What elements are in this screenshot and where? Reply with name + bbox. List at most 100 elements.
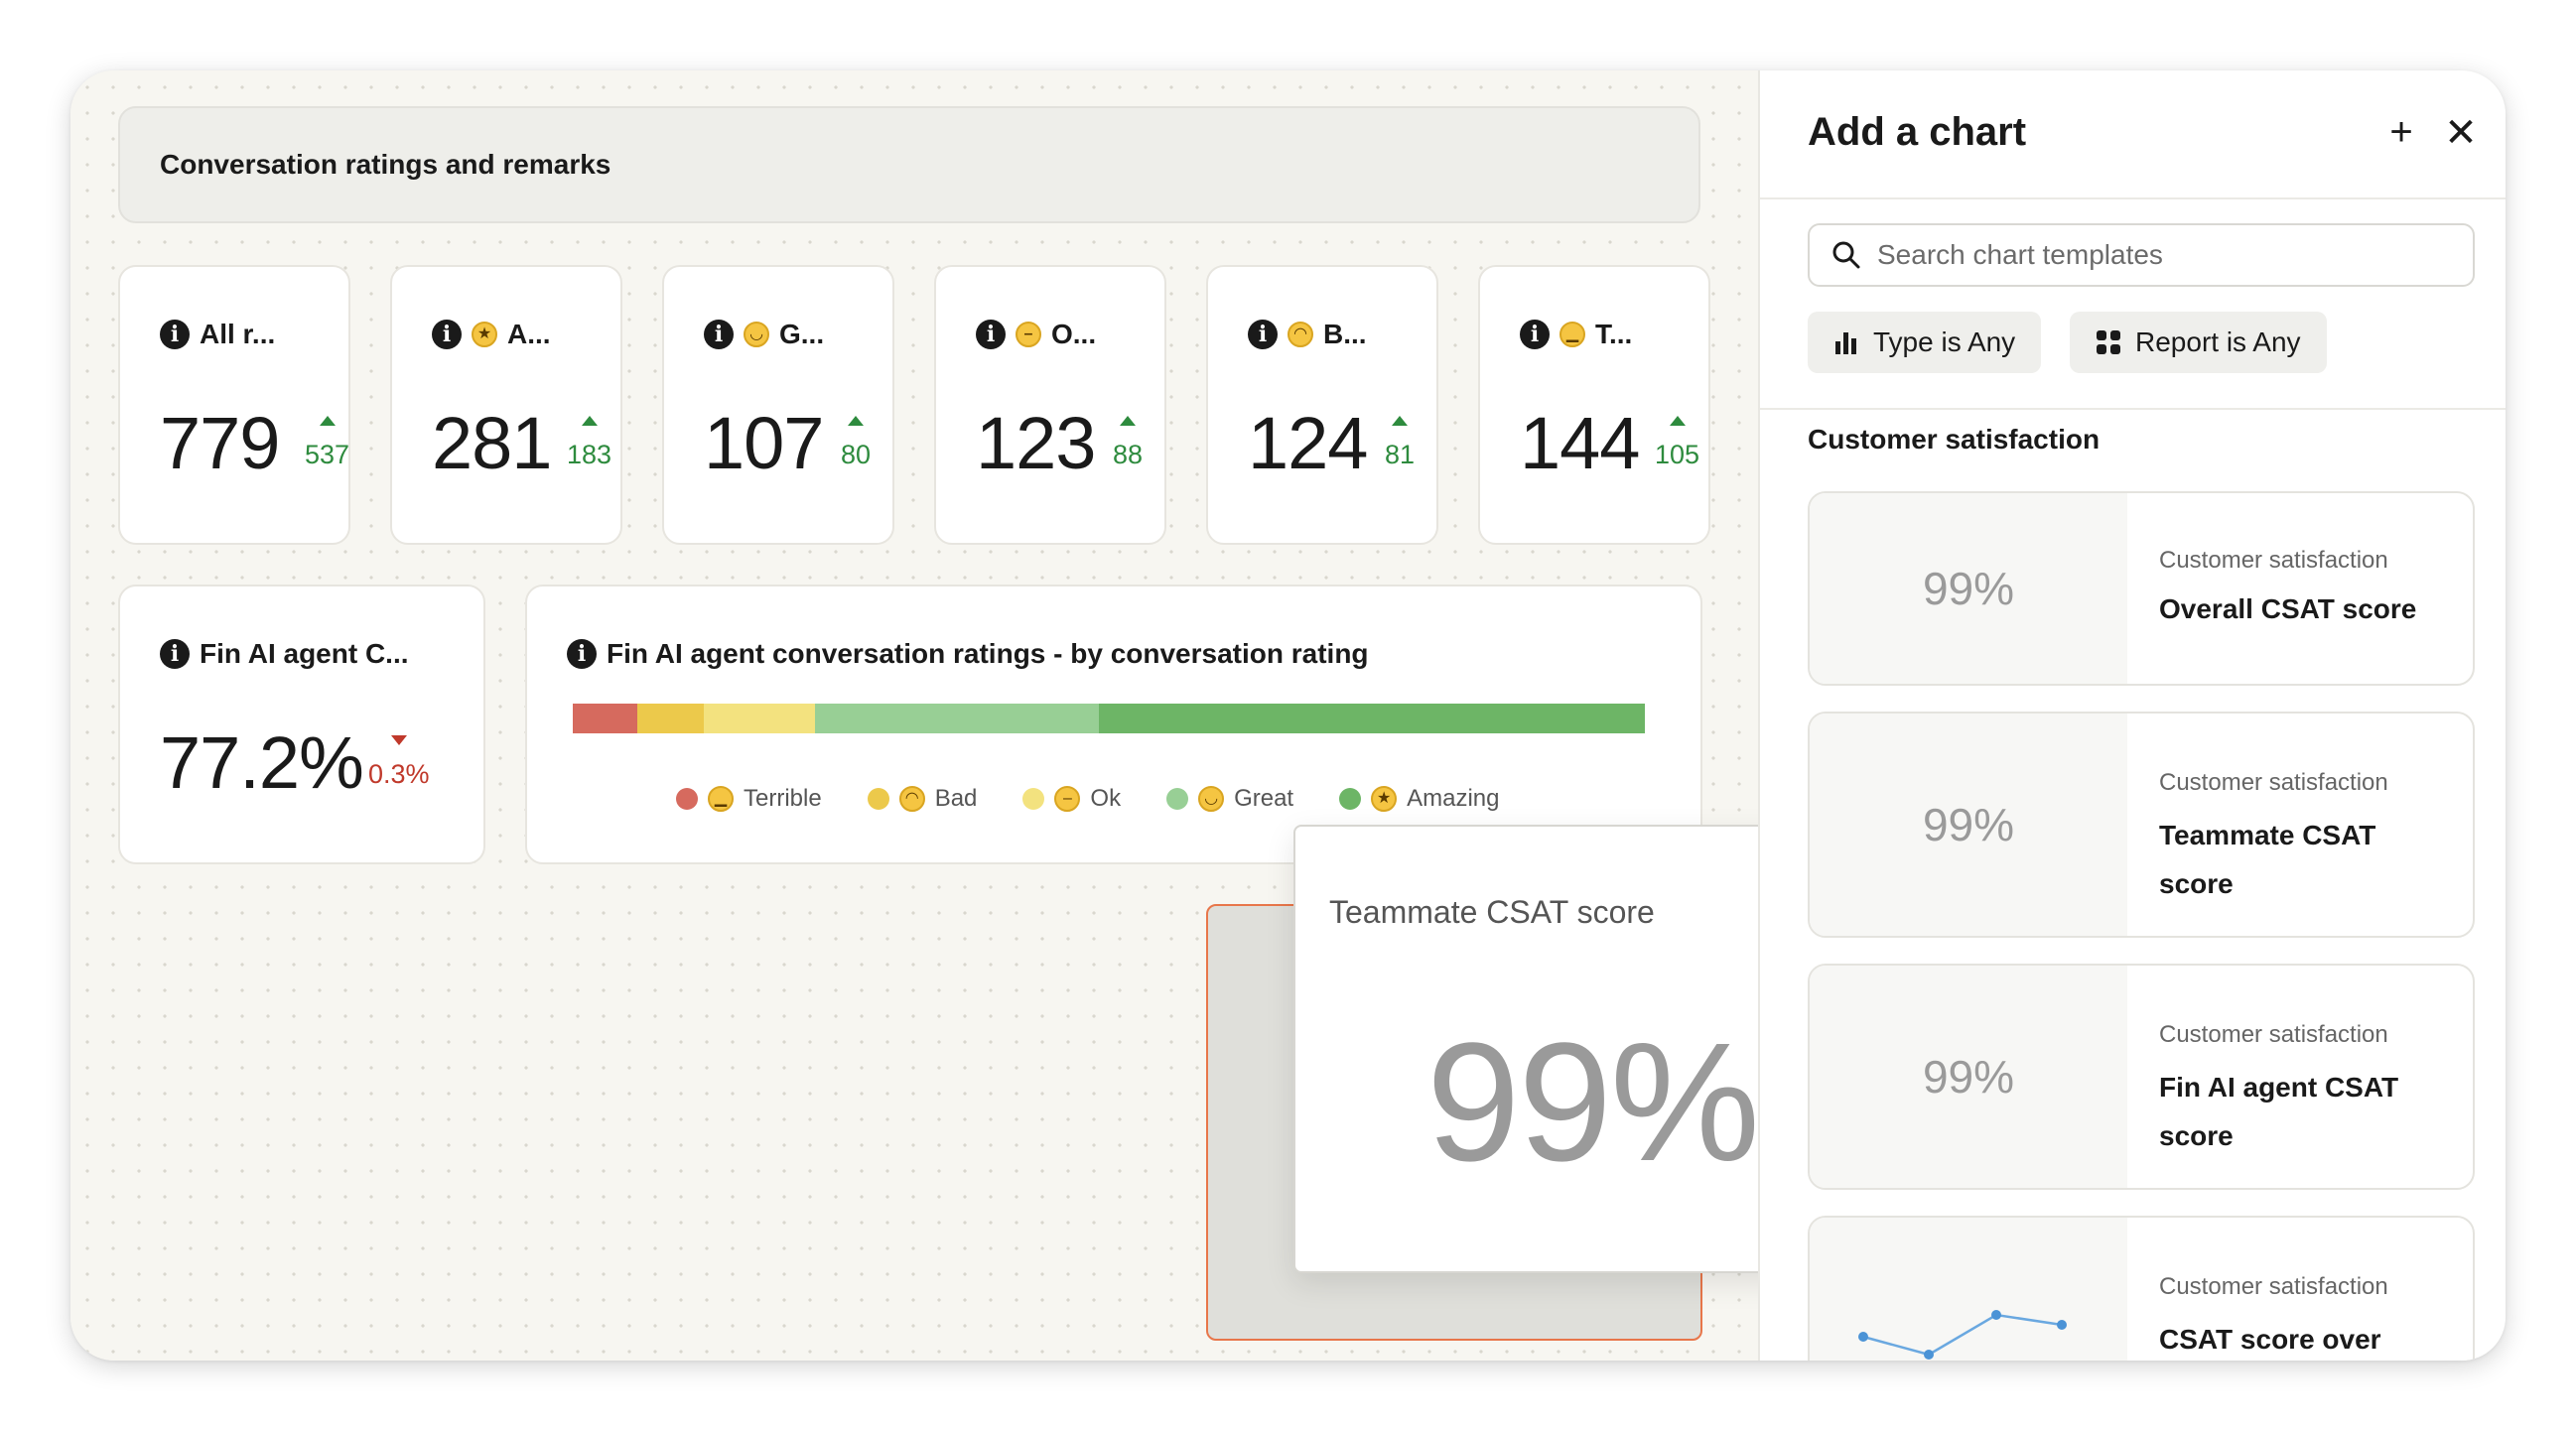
report-filter-button[interactable]: Report is Any: [2070, 312, 2327, 373]
template-card-teammate-csat[interactable]: 99% Customer satisfaction Teammate CSAT …: [1808, 712, 2475, 938]
trend-up-icon: [319, 416, 336, 426]
bar-segment-bad[interactable]: [636, 704, 704, 733]
ratings-chart-card[interactable]: i Fin AI agent conversation ratings - by…: [525, 585, 1702, 864]
stat-card-label: T...: [1595, 319, 1633, 349]
stat-card-delta: 105: [1655, 416, 1699, 470]
trend-up-icon: [581, 416, 598, 426]
stat-card-title: i All r...: [160, 319, 275, 350]
info-icon[interactable]: i: [976, 320, 1006, 349]
stat-card-delta: 88: [1113, 416, 1143, 470]
info-icon[interactable]: i: [1520, 320, 1550, 349]
info-icon[interactable]: i: [160, 320, 190, 349]
type-filter-button[interactable]: Type is Any: [1808, 312, 2042, 373]
stat-card-delta-value: 537: [305, 440, 350, 469]
template-search[interactable]: [1808, 223, 2475, 287]
stat-card-delta-value: 81: [1385, 440, 1416, 469]
section-header-title: Conversation ratings and remarks: [160, 149, 611, 180]
fin-card-title: i Fin AI agent C...: [160, 638, 409, 670]
stat-card-value: 107: [704, 402, 824, 484]
stat-card-delta-value: 80: [841, 440, 872, 469]
great-emoji-icon: ◡: [744, 322, 769, 347]
legend-label: Great: [1234, 785, 1294, 812]
stat-card-delta-value: 183: [567, 440, 612, 469]
stat-card-delta: 80: [841, 416, 871, 470]
legend-label: Amazing: [1407, 785, 1500, 812]
stat-card-value: 281: [432, 402, 552, 484]
stat-card-title: i ▁ T...: [1520, 319, 1632, 350]
template-thumbnail: 99%: [1810, 493, 2127, 684]
grid-icon: [2097, 330, 2120, 354]
legend-label: Ok: [1090, 785, 1122, 812]
template-thumbnail: [1810, 1218, 2127, 1361]
template-card-overall-csat[interactable]: 99% Customer satisfaction Overall CSAT s…: [1808, 491, 2475, 686]
legend-item-ok[interactable]: – Ok: [1022, 785, 1121, 813]
legend-item-amazing[interactable]: ★ Amazing: [1339, 785, 1499, 813]
great-emoji-icon: ◡: [1198, 786, 1225, 812]
stat-card-bad[interactable]: i ◠ B... 124 81: [1206, 265, 1438, 545]
close-icon[interactable]: ✕: [2441, 110, 2481, 156]
app-window: Conversation ratings and remarks i All r…: [70, 70, 2506, 1361]
stat-card-title: i ◡ G...: [704, 319, 824, 350]
legend-label: Terrible: [744, 785, 822, 812]
section-header[interactable]: Conversation ratings and remarks: [118, 106, 1700, 223]
stat-card-delta-value: 88: [1113, 440, 1144, 469]
template-card-fin-csat[interactable]: 99% Customer satisfaction Fin AI agent C…: [1808, 964, 2475, 1190]
stat-card-amazing[interactable]: i ★ A... 281 183: [390, 265, 622, 545]
template-card-csat-over-time[interactable]: Customer satisfaction CSAT score over: [1808, 1216, 2475, 1361]
stat-card-title: i ◠ B...: [1248, 319, 1367, 350]
template-category: Customer satisfaction: [2159, 769, 2388, 796]
stat-card-label: B...: [1323, 319, 1367, 349]
fin-card-delta-value: 0.3%: [368, 759, 430, 789]
stat-card-ok[interactable]: i – O... 123 88: [934, 265, 1166, 545]
info-icon[interactable]: i: [567, 639, 597, 669]
trend-up-icon: [848, 416, 865, 426]
legend-label: Bad: [934, 785, 978, 812]
stat-card-delta: 183: [567, 416, 611, 470]
panel-divider: [1760, 197, 2506, 199]
legend-dot: [1166, 788, 1189, 810]
trend-up-icon: [1669, 416, 1686, 426]
info-icon[interactable]: i: [432, 320, 462, 349]
template-name: Overall CSAT score: [2159, 593, 2417, 624]
legend-dot: [1339, 788, 1362, 810]
stat-card-value: 779: [160, 402, 280, 484]
section-label: Customer satisfaction: [1808, 424, 2101, 455]
plus-icon[interactable]: +: [2381, 110, 2421, 155]
panel-divider: [1760, 408, 2506, 410]
amazing-emoji-icon: ★: [472, 322, 497, 347]
ok-emoji-icon: –: [1016, 322, 1041, 347]
ratings-stacked-bar: [573, 704, 1645, 733]
fin-card-label: Fin AI agent C...: [200, 638, 409, 669]
amazing-emoji-icon: ★: [1371, 786, 1398, 812]
stat-card-title: i – O...: [976, 319, 1096, 350]
info-icon[interactable]: i: [704, 320, 734, 349]
bar-segment-ok[interactable]: [703, 704, 816, 733]
bar-segment-great[interactable]: [815, 704, 1100, 733]
legend-dot: [867, 788, 889, 810]
info-icon[interactable]: i: [1248, 320, 1278, 349]
ratings-legend: ▁ Terrible ◠ Bad – Ok ◡ Great ★ Amazing: [676, 785, 1499, 813]
ratings-chart-label: Fin AI agent conversation ratings - by c…: [607, 638, 1369, 669]
fin-ai-csat-card[interactable]: i Fin AI agent C... 77.2% 0.3%: [118, 585, 485, 864]
bar-segment-terrible[interactable]: [573, 704, 637, 733]
terrible-emoji-icon: ▁: [708, 786, 734, 812]
trend-up-icon: [1120, 416, 1137, 426]
legend-dot: [676, 788, 698, 810]
search-input[interactable]: [1875, 238, 2435, 272]
stat-card-all[interactable]: i All r... 779 537: [118, 265, 350, 545]
bar-segment-amazing[interactable]: [1099, 704, 1645, 733]
info-icon[interactable]: i: [160, 639, 190, 669]
stat-card-label: G...: [779, 319, 825, 349]
fin-card-value: 77.2%: [160, 721, 364, 804]
legend-item-bad[interactable]: ◠ Bad: [867, 785, 978, 813]
stat-card-great[interactable]: i ◡ G... 107 80: [662, 265, 894, 545]
line-chart-thumbnail: [1858, 1310, 2067, 1360]
legend-item-terrible[interactable]: ▁ Terrible: [676, 785, 822, 813]
stat-card-label: A...: [507, 319, 551, 349]
stat-card-terrible[interactable]: i ▁ T... 144 105: [1478, 265, 1710, 545]
ok-emoji-icon: –: [1054, 786, 1081, 812]
template-category: Customer satisfaction: [2159, 547, 2388, 574]
legend-item-great[interactable]: ◡ Great: [1166, 785, 1293, 813]
template-name: Teammate CSAT score: [2159, 820, 2376, 899]
stat-card-title: i ★ A...: [432, 319, 551, 350]
